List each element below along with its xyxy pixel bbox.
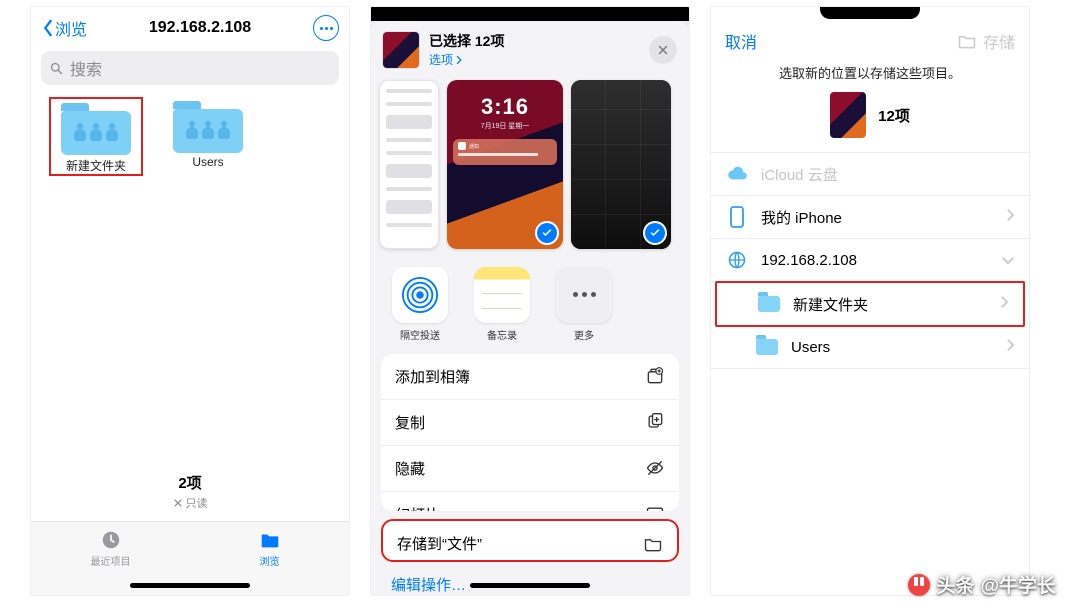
thumb-settings[interactable] — [379, 80, 439, 249]
thumbnail-row[interactable]: 3:16 7月19日 星期一 通知 — [371, 76, 689, 259]
modal-header: 取消 存储 — [711, 21, 1029, 63]
nav-bar: 浏览 192.168.2.108 — [31, 7, 349, 47]
save-button[interactable]: 存储 — [957, 29, 1015, 53]
more-icon — [556, 267, 612, 323]
close-x-icon — [173, 498, 183, 508]
page-title: 192.168.2.108 — [149, 19, 251, 37]
thumb-lockscreen[interactable]: 3:16 7月19日 星期一 通知 — [447, 80, 563, 249]
item-summary: 12项 — [711, 92, 1029, 138]
folder-grid: 新建文件夹 Users — [31, 97, 349, 176]
folder-icon — [643, 534, 663, 554]
action-add-to-album[interactable]: 添加到相簿 — [381, 354, 679, 400]
thumb-notification: 通知 — [453, 139, 557, 165]
folder-icon — [61, 103, 131, 155]
chevron-right-icon — [1000, 295, 1009, 313]
folder-label: Users — [161, 155, 255, 169]
close-button[interactable] — [649, 36, 677, 64]
phone-share-sheet: 已选择 12项 选项 3:16 7月19日 星期一 — [370, 6, 690, 596]
folder-users[interactable]: Users — [161, 97, 255, 176]
share-apps-row[interactable]: 隔空投送 备忘录 更多 — [371, 259, 689, 346]
check-icon — [649, 227, 661, 239]
watermark: 头条 @牛学长 — [908, 571, 1056, 598]
sheet-header: 已选择 12项 选项 — [371, 21, 689, 76]
action-slideshow[interactable]: 幻灯片 — [381, 492, 679, 512]
thumb-time: 3:16 — [447, 94, 563, 120]
more-button[interactable] — [313, 15, 339, 41]
row-server[interactable]: 192.168.2.108 — [711, 239, 1029, 282]
chevron-down-icon — [1001, 252, 1015, 269]
home-indicator[interactable] — [371, 575, 689, 595]
action-list: 添加到相簿 复制 隐藏 幻灯片 — [381, 354, 679, 512]
folder-outline-icon — [957, 32, 977, 50]
back-label: 浏览 — [55, 16, 87, 40]
chevron-right-icon — [455, 55, 463, 65]
tab-recent[interactable]: 最近项目 — [31, 522, 190, 575]
notes-icon — [474, 267, 530, 323]
row-sub-users[interactable]: Users — [711, 326, 1029, 369]
phone-save-location: 取消 存储 选取新的位置以存储这些项目。 12项 iCloud 云盘 我的 iP… — [710, 6, 1030, 596]
location-list: iCloud 云盘 我的 iPhone 192.168.2.108 新建文件夹 … — [711, 152, 1029, 369]
folder-tab-icon — [257, 529, 283, 551]
eye-off-icon — [645, 458, 665, 478]
thumb-keyboard[interactable] — [571, 80, 671, 249]
subtitle: 选取新的位置以存储这些项目。 — [711, 63, 1029, 82]
check-icon — [541, 227, 553, 239]
item-count: 12项 — [878, 105, 910, 126]
check-badge — [645, 223, 665, 243]
search-placeholder: 搜索 — [70, 56, 102, 80]
cloud-icon — [725, 163, 749, 185]
home-indicator[interactable] — [31, 575, 349, 595]
back-button[interactable]: 浏览 — [41, 16, 87, 40]
row-iphone[interactable]: 我的 iPhone — [711, 196, 1029, 239]
folder-label: 新建文件夹 — [51, 157, 141, 174]
thumb-date: 7月19日 星期一 — [447, 121, 563, 131]
globe-icon — [725, 249, 749, 271]
notch — [711, 7, 1029, 21]
chevron-left-icon — [41, 19, 55, 37]
watermark-icon — [908, 574, 930, 596]
action-hide[interactable]: 隐藏 — [381, 446, 679, 492]
share-notes[interactable]: 备忘录 — [467, 267, 537, 342]
search-field[interactable]: 搜索 — [41, 51, 339, 85]
tab-browse[interactable]: 浏览 — [190, 522, 349, 575]
copy-icon — [645, 412, 665, 432]
sheet-options-link[interactable]: 选项 — [429, 51, 649, 68]
sheet-title: 已选择 12项 — [429, 31, 649, 51]
phone-files-browse: 浏览 192.168.2.108 搜索 新建文件夹 Users — [30, 6, 350, 596]
clock-icon — [98, 529, 124, 551]
item-count: 2项 — [31, 472, 349, 493]
row-sub-newfolder[interactable]: 新建文件夹 — [715, 281, 1025, 327]
share-more[interactable]: 更多 — [549, 267, 619, 342]
close-icon — [657, 44, 669, 56]
share-sheet: 已选择 12项 选项 3:16 7月19日 星期一 — [371, 21, 689, 595]
cancel-button[interactable]: 取消 — [725, 29, 757, 53]
folder-small-icon — [757, 293, 781, 315]
album-icon — [645, 366, 665, 386]
tab-bar: 最近项目 浏览 — [31, 521, 349, 575]
check-badge — [537, 223, 557, 243]
row-icloud[interactable]: iCloud 云盘 — [711, 153, 1029, 196]
action-save-to-files[interactable]: 存储到“文件” — [381, 519, 679, 562]
folder-small-icon — [755, 336, 779, 358]
action-copy[interactable]: 复制 — [381, 400, 679, 446]
folder-icon — [173, 101, 243, 153]
header-thumb — [383, 32, 419, 68]
chevron-right-icon — [1006, 208, 1015, 226]
folder-new[interactable]: 新建文件夹 — [49, 97, 143, 176]
play-rect-icon — [645, 504, 665, 511]
chevron-right-icon — [1006, 338, 1015, 356]
airdrop-icon — [392, 267, 448, 323]
share-airdrop[interactable]: 隔空投送 — [385, 267, 455, 342]
iphone-icon — [725, 206, 749, 228]
item-thumb — [830, 92, 866, 138]
readonly-label: 只读 — [31, 495, 349, 511]
search-icon — [49, 61, 64, 76]
